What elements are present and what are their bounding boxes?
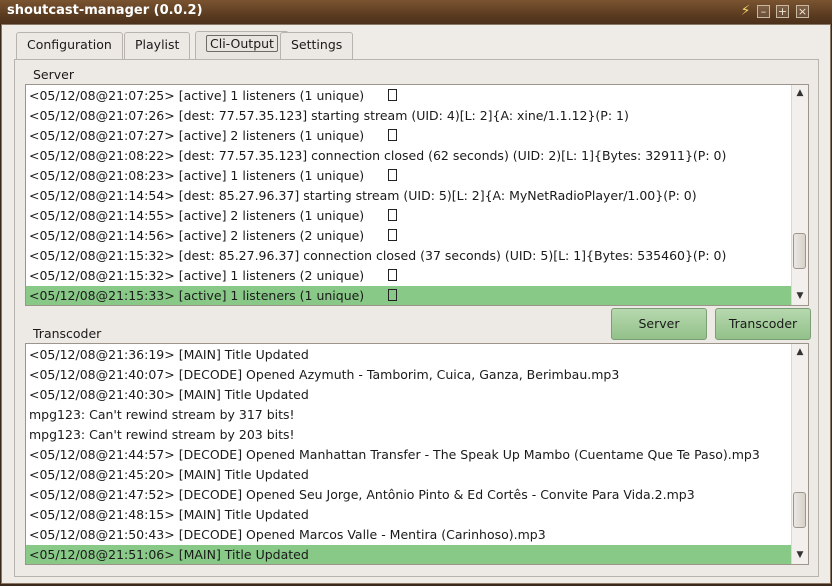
log-line-text: <05/12/08@21:07:25> [active] 1 listeners… bbox=[29, 88, 365, 103]
log-line-text: <05/12/08@21:48:15> [MAIN] Title Updated bbox=[29, 507, 309, 522]
log-line-text: <05/12/08@21:14:56> [active] 2 listeners… bbox=[29, 228, 365, 243]
tab-playlist-label: Playlist bbox=[135, 37, 180, 52]
transcoder-log-line[interactable]: <05/12/08@21:51:06> [MAIN] Title Updated bbox=[26, 545, 793, 564]
server-frame-label: Server bbox=[33, 67, 74, 82]
transcoder-log[interactable]: <05/12/08@21:51:06> [MAIN] Title Updated… bbox=[25, 343, 809, 565]
transcoder-log-line[interactable]: <05/12/08@21:36:19> [MAIN] Title Updated bbox=[26, 345, 793, 365]
maximize-button[interactable]: + bbox=[776, 5, 789, 18]
transcoder-scrollbar[interactable]: ▲ ▼ bbox=[791, 344, 808, 564]
log-line-text: <05/12/08@21:15:32> [dest: 85.27.96.37] … bbox=[29, 248, 727, 263]
log-line-text: <05/12/08@21:45:20> [MAIN] Title Updated bbox=[29, 467, 309, 482]
transcoder-log-line[interactable]: <05/12/08@21:47:52> [DECODE] Opened Seu … bbox=[26, 485, 793, 505]
scroll-thumb[interactable] bbox=[793, 233, 806, 269]
transcoder-log-line[interactable]: <05/12/08@21:50:43> [DECODE] Opened Marc… bbox=[26, 525, 793, 545]
transcoder-log-line[interactable]: mpg123: Can't rewind stream by 203 bits! bbox=[26, 425, 793, 445]
tab-cli-output[interactable]: Cli-Output bbox=[195, 31, 289, 60]
transcoder-log-line[interactable]: mpg123: Can't rewind stream by 317 bits! bbox=[26, 405, 793, 425]
unprintable-char-icon bbox=[388, 229, 398, 241]
log-line-text: <05/12/08@21:08:22> [dest: 77.57.35.123]… bbox=[29, 148, 727, 163]
tab-playlist[interactable]: Playlist bbox=[124, 32, 191, 59]
server-log-line[interactable]: <05/12/08@21:07:25> [active] 1 listeners… bbox=[26, 86, 793, 106]
tab-settings[interactable]: Settings bbox=[280, 32, 354, 59]
server-log-line[interactable]: <05/12/08@21:08:23> [active] 1 listeners… bbox=[26, 166, 793, 186]
server-scrollbar[interactable]: ▲ ▼ bbox=[791, 85, 808, 305]
log-line-text: mpg123: Can't rewind stream by 317 bits! bbox=[29, 407, 295, 422]
scroll-up-icon[interactable]: ▲ bbox=[792, 86, 808, 100]
log-line-text: <05/12/08@21:47:52> [DECODE] Opened Seu … bbox=[29, 487, 695, 502]
transcoder-log-line[interactable]: <05/12/08@21:40:30> [MAIN] Title Updated bbox=[26, 385, 793, 405]
transcoder-button[interactable]: Transcoder bbox=[715, 308, 811, 340]
log-line-text: <05/12/08@21:15:32> [active] 1 listeners… bbox=[29, 268, 365, 283]
log-line-text: <05/12/08@21:07:27> [active] 2 listeners… bbox=[29, 128, 365, 143]
log-line-text: <05/12/08@21:14:54> [dest: 85.27.96.37] … bbox=[29, 188, 697, 203]
minimize-button[interactable]: – bbox=[757, 5, 770, 18]
server-log-line[interactable]: <05/12/08@21:14:55> [active] 2 listeners… bbox=[26, 206, 793, 226]
server-log[interactable]: <05/12/08@21:15:33> [active] 1 listeners… bbox=[25, 84, 809, 306]
server-log-line[interactable]: <05/12/08@21:14:54> [dest: 85.27.96.37] … bbox=[26, 186, 793, 206]
title-bar: shoutcast-manager (0.0.2) ⚡ – + × bbox=[0, 0, 832, 25]
server-button[interactable]: Server bbox=[611, 308, 707, 340]
transcoder-log-line[interactable]: <05/12/08@21:44:57> [DECODE] Opened Manh… bbox=[26, 445, 793, 465]
log-line-text: <05/12/08@21:40:07> [DECODE] Opened Azym… bbox=[29, 367, 620, 382]
unprintable-char-icon bbox=[388, 89, 398, 101]
tab-configuration-label: Configuration bbox=[27, 37, 112, 52]
unprintable-char-icon bbox=[388, 209, 398, 221]
tab-configuration[interactable]: Configuration bbox=[16, 32, 123, 59]
tab-cli-output-label: Cli-Output bbox=[206, 35, 278, 52]
transcoder-log-line[interactable]: <05/12/08@21:40:07> [DECODE] Opened Azym… bbox=[26, 365, 793, 385]
server-log-line[interactable]: <05/12/08@21:07:26> [dest: 77.57.35.123]… bbox=[26, 106, 793, 126]
log-line-text: <05/12/08@21:07:26> [dest: 77.57.35.123]… bbox=[29, 108, 629, 123]
transcoder-log-line[interactable]: <05/12/08@21:45:20> [MAIN] Title Updated bbox=[26, 465, 793, 485]
unprintable-char-icon bbox=[388, 129, 398, 141]
unprintable-char-icon bbox=[388, 269, 398, 281]
server-log-line[interactable]: <05/12/08@21:07:27> [active] 2 listeners… bbox=[26, 126, 793, 146]
log-line-text: <05/12/08@21:50:43> [DECODE] Opened Marc… bbox=[29, 527, 546, 542]
transcoder-frame-label: Transcoder bbox=[33, 326, 102, 341]
server-log-line[interactable]: <05/12/08@21:14:56> [active] 2 listeners… bbox=[26, 226, 793, 246]
app-menu-icon[interactable]: ⚡ bbox=[739, 4, 752, 18]
window-title: shoutcast-manager (0.0.2) bbox=[7, 3, 203, 18]
main-window: Configuration Playlist Cli-Output Settin… bbox=[1, 24, 831, 584]
server-log-line[interactable]: <05/12/08@21:08:22> [dest: 77.57.35.123]… bbox=[26, 146, 793, 166]
close-button[interactable]: × bbox=[796, 5, 809, 18]
scroll-up-icon[interactable]: ▲ bbox=[792, 345, 808, 359]
log-line-text: <05/12/08@21:40:30> [MAIN] Title Updated bbox=[29, 387, 309, 402]
log-line-text: <05/12/08@21:36:19> [MAIN] Title Updated bbox=[29, 347, 309, 362]
cli-output-panel: Server <05/12/08@21:15:33> [active] 1 li… bbox=[14, 59, 819, 577]
scroll-down-icon[interactable]: ▼ bbox=[792, 548, 808, 562]
server-log-line[interactable]: <05/12/08@21:15:32> [dest: 85.27.96.37] … bbox=[26, 246, 793, 266]
unprintable-char-icon bbox=[388, 289, 398, 301]
unprintable-char-icon bbox=[388, 169, 398, 181]
log-line-text: mpg123: Can't rewind stream by 203 bits! bbox=[29, 427, 295, 442]
transcoder-log-line[interactable]: <05/12/08@21:48:15> [MAIN] Title Updated bbox=[26, 505, 793, 525]
scroll-thumb[interactable] bbox=[793, 492, 806, 528]
tab-settings-label: Settings bbox=[291, 37, 343, 52]
server-log-line[interactable]: <05/12/08@21:15:33> [active] 1 listeners… bbox=[26, 286, 793, 305]
log-line-text: <05/12/08@21:51:06> [MAIN] Title Updated bbox=[29, 547, 309, 562]
log-line-text: <05/12/08@21:15:33> [active] 1 listeners… bbox=[29, 288, 365, 303]
server-log-line[interactable]: <05/12/08@21:15:32> [active] 1 listeners… bbox=[26, 266, 793, 286]
log-line-text: <05/12/08@21:44:57> [DECODE] Opened Manh… bbox=[29, 447, 760, 462]
log-line-text: <05/12/08@21:14:55> [active] 2 listeners… bbox=[29, 208, 365, 223]
scroll-down-icon[interactable]: ▼ bbox=[792, 289, 808, 303]
log-line-text: <05/12/08@21:08:23> [active] 1 listeners… bbox=[29, 168, 365, 183]
